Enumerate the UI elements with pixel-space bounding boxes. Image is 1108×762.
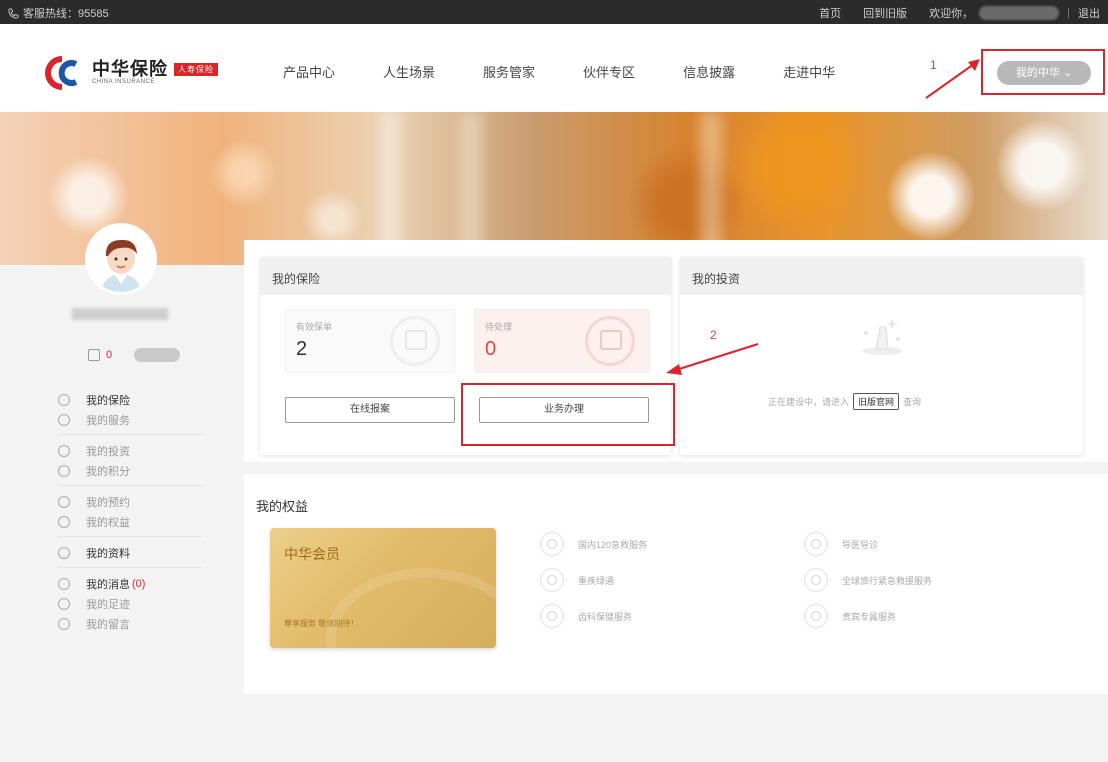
username-redacted (72, 308, 168, 320)
points-icon (88, 349, 100, 361)
sidebar-item[interactable]: 我的服务 (58, 410, 202, 430)
sidebar-menu: 我的保险 我的服务 我的投资 我的积分 我的预约 我的权益 我的资料 我的消息 (0) 我的足迹我… (58, 390, 202, 634)
nav-item-partners[interactable]: 伙伴专区 (583, 62, 635, 81)
nav-item-service[interactable]: 服务管家 (483, 62, 535, 81)
valid-policies-count: 2 (296, 338, 308, 360)
sidebar-item[interactable]: 我的留言 (58, 614, 202, 634)
nav-item-products[interactable]: 产品中心 (283, 62, 335, 81)
check-circle-icon (58, 414, 70, 426)
annotation-arrow-1 (925, 59, 980, 99)
pending-tile[interactable]: 待处理 0 (474, 309, 650, 373)
sidebar-item-label: 我的积分 (86, 466, 130, 478)
benefit-dental[interactable]: 齿科保健服务 (540, 604, 632, 628)
sidebar-stats: 0 (88, 348, 181, 362)
my-account-menu-button[interactable]: 我的中华 ⌄ (997, 61, 1091, 85)
annotation-arrow-2 (666, 343, 759, 375)
benefit-medical-guide[interactable]: 导医导诊 (804, 532, 878, 556)
valid-policies-tile[interactable]: 有效保单 2 (285, 309, 455, 373)
my-benefits-panel: 我的权益 中华会员 尊享服务 敬请期待！ 国内120急救服务 重疾绿通 齿科保健… (244, 474, 1108, 694)
online-claim-button[interactable]: 在线报案 (285, 397, 455, 423)
logout-link[interactable]: 退出 (1078, 5, 1100, 21)
logo[interactable]: 中华保险 CHINA INSURANCE 人寿保险 (40, 55, 218, 91)
phone-icon (8, 7, 19, 19)
tooth-icon (540, 604, 564, 628)
benefit-global-rescue[interactable]: 全球旅行紧急救援服务 (804, 568, 932, 592)
sidebar-item-label: 我的预约 (86, 497, 130, 509)
my-insurance-title: 我的保险 (260, 257, 671, 295)
globe-icon (804, 568, 828, 592)
sidebar-divider (58, 536, 202, 537)
membership-subtitle: 尊享服务 敬请期待！ (284, 619, 359, 628)
sidebar-item-label: 我的消息 (86, 579, 130, 591)
annotation-box-business-button (461, 383, 675, 446)
my-benefits-title: 我的权益 (256, 499, 309, 514)
shield-icon (58, 394, 70, 406)
pending-count: 0 (485, 338, 497, 360)
under-construction-icon (862, 319, 902, 355)
heart-icon (540, 568, 564, 592)
benefit-critical-illness[interactable]: 重疾绿通 (540, 568, 614, 592)
logo-mark-icon (40, 55, 86, 91)
sidebar-item[interactable]: 我的资料 (58, 543, 202, 563)
username-redacted (979, 6, 1060, 20)
sidebar-item[interactable]: 我的足迹 (58, 594, 202, 614)
message-count: (0) (132, 578, 146, 590)
sidebar-item[interactable]: 我的预约 (58, 492, 202, 512)
sidebar-item[interactable]: 我的投资 (58, 441, 202, 461)
old-version-link[interactable]: 回到旧版 (863, 5, 907, 21)
benefit-emergency-120[interactable]: 国内120急救服务 (540, 532, 647, 556)
sidebar-item[interactable]: 我的权益 (58, 512, 202, 532)
sidebar-divider (58, 567, 202, 568)
membership-card[interactable]: 中华会员 尊享服务 敬请期待！ (270, 528, 496, 648)
logo-tag: 人寿保险 (174, 62, 218, 76)
sidebar-item-label: 我的服务 (86, 415, 130, 427)
sidebar-item-label: 我的留言 (86, 619, 130, 631)
sidebar-divider (58, 434, 202, 435)
ambulance-icon (540, 532, 564, 556)
home-link[interactable]: 首页 (819, 5, 841, 21)
money-icon (58, 445, 70, 457)
annotation-box-user-menu: 我的中华 ⌄ (981, 49, 1105, 95)
nav-item-disclosure[interactable]: 信息披露 (683, 62, 735, 81)
pending-label: 待处理 (485, 322, 513, 332)
note-icon (58, 618, 70, 630)
avatar[interactable] (88, 226, 154, 292)
sidebar-item[interactable]: 我的保险 (58, 390, 202, 410)
gift-icon (58, 516, 70, 528)
sidebar-divider (58, 485, 202, 486)
benefit-vip[interactable]: 贵宾专属服务 (804, 604, 896, 628)
sidebar-item-label: 我的足迹 (86, 599, 130, 611)
pin-icon (58, 598, 70, 610)
user-icon (58, 547, 70, 559)
welcome-text: 欢迎你， (929, 8, 974, 20)
valid-policies-label: 有效保单 (296, 322, 333, 332)
logo-cn: 中华保险 (92, 59, 168, 80)
stethoscope-icon (804, 532, 828, 556)
hotline: 客服热线：95585 (8, 5, 109, 21)
investment-message: 正在建设中，请进入 旧版官网 查询 (768, 393, 921, 410)
hotline-text: 客服热线：95585 (23, 8, 109, 20)
clock-icon (58, 496, 70, 508)
nav-item-life-scenes[interactable]: 人生场景 (383, 62, 435, 81)
nav-item-about[interactable]: 走进中华 (783, 62, 835, 81)
membership-title: 中华会员 (284, 546, 340, 562)
message-icon (58, 578, 70, 590)
crown-icon (804, 604, 828, 628)
sidebar-item[interactable]: 我的消息 (0) (58, 574, 202, 594)
top-bar: 客服热线：95585 首页 回到旧版 欢迎你， | 退出 (0, 0, 1108, 24)
sidebar-item-label: 我的保险 (86, 395, 130, 407)
sidebar-item-label: 我的权益 (86, 517, 130, 529)
coin-icon (58, 465, 70, 477)
sidebar-item-label: 我的资料 (86, 548, 130, 560)
nav-menu: 产品中心 人生场景 服务管家 伙伴专区 信息披露 走进中华 (283, 62, 883, 81)
old-site-link[interactable]: 旧版官网 (853, 393, 900, 410)
member-level-badge (134, 348, 181, 362)
divider: | (1067, 7, 1070, 19)
sidebar-item[interactable]: 我的积分 (58, 461, 202, 481)
sidebar-item-label: 我的投资 (86, 446, 130, 458)
points-value: 0 (106, 349, 113, 361)
my-investment-title: 我的投资 (680, 257, 1083, 295)
